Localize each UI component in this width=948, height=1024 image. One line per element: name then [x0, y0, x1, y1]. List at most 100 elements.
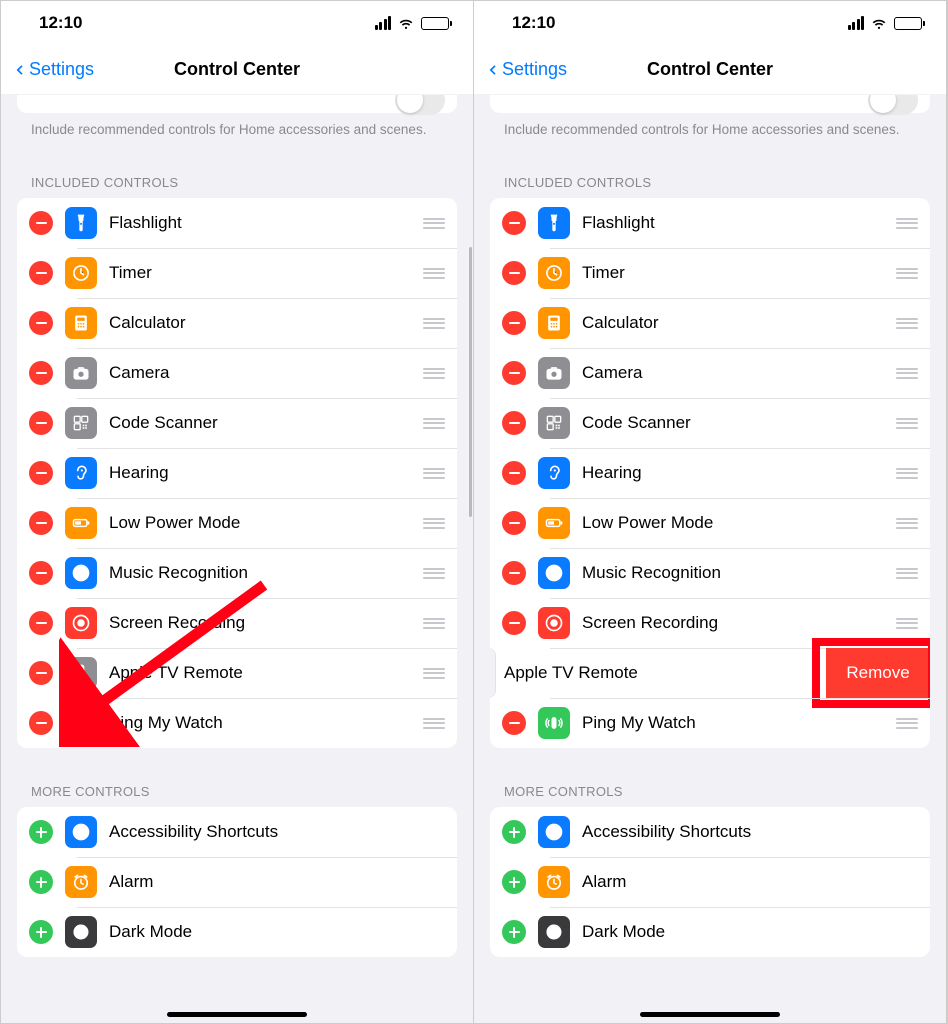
chevron-left-icon	[486, 60, 498, 80]
drag-handle-icon[interactable]	[423, 518, 445, 529]
list-row[interactable]: Alarm	[490, 857, 930, 907]
list-row[interactable]: Apple TV Remote	[17, 648, 457, 698]
drag-handle-icon[interactable]	[423, 318, 445, 329]
remove-badge[interactable]	[502, 211, 526, 235]
list-row[interactable]: Flashlight	[17, 198, 457, 248]
list-row[interactable]: Dark Mode	[17, 907, 457, 957]
drag-handle-icon[interactable]	[423, 218, 445, 229]
list-row[interactable]: Hearing	[17, 448, 457, 498]
list-row[interactable]: Flashlight	[490, 198, 930, 248]
back-button[interactable]: Settings	[486, 59, 567, 80]
list-row[interactable]: Hearing	[490, 448, 930, 498]
list-row[interactable]: Ping My Watch	[17, 698, 457, 748]
remove-badge[interactable]	[502, 261, 526, 285]
drag-handle-icon[interactable]	[896, 268, 918, 279]
timer-icon	[538, 257, 570, 289]
remove-badge[interactable]	[29, 461, 53, 485]
list-row[interactable]: Music Recognition	[17, 548, 457, 598]
add-badge[interactable]	[29, 820, 53, 844]
list-row[interactable]: Dark Mode	[490, 907, 930, 957]
list-row[interactable]: Accessibility Shortcuts	[490, 807, 930, 857]
toggle-switch[interactable]	[395, 95, 445, 115]
drag-handle-icon[interactable]	[896, 318, 918, 329]
drag-handle-icon[interactable]	[423, 618, 445, 629]
row-edge	[490, 648, 496, 698]
remove-badge[interactable]	[29, 361, 53, 385]
drag-handle-icon[interactable]	[896, 218, 918, 229]
list-row[interactable]: Timer	[17, 248, 457, 298]
list-row[interactable]: Alarm	[17, 857, 457, 907]
list-row[interactable]: Low Power Mode	[17, 498, 457, 548]
list-row[interactable]: Music Recognition	[490, 548, 930, 598]
remove-badge[interactable]	[29, 711, 53, 735]
add-badge[interactable]	[29, 870, 53, 894]
flashlight-icon	[65, 207, 97, 239]
remove-badge[interactable]	[29, 511, 53, 535]
row-label: Music Recognition	[582, 563, 896, 583]
remove-badge[interactable]	[29, 661, 53, 685]
row-label: Accessibility Shortcuts	[582, 822, 918, 842]
shazam-icon	[538, 557, 570, 589]
remove-badge[interactable]	[29, 561, 53, 585]
remove-badge[interactable]	[502, 511, 526, 535]
drag-handle-icon[interactable]	[423, 368, 445, 379]
remove-badge[interactable]	[502, 561, 526, 585]
drag-handle-icon[interactable]	[896, 368, 918, 379]
drag-handle-icon[interactable]	[896, 618, 918, 629]
remove-badge[interactable]	[502, 411, 526, 435]
status-bar: 12:10	[1, 1, 473, 45]
drag-handle-icon[interactable]	[896, 418, 918, 429]
battery-icon	[894, 17, 922, 30]
ear-icon	[65, 457, 97, 489]
list-row[interactable]: Low Power Mode	[490, 498, 930, 548]
drag-handle-icon[interactable]	[423, 718, 445, 729]
remove-badge[interactable]	[502, 311, 526, 335]
list-row[interactable]: Calculator	[17, 298, 457, 348]
remove-badge[interactable]	[29, 211, 53, 235]
add-badge[interactable]	[29, 920, 53, 944]
status-right	[375, 16, 450, 30]
record-icon	[538, 607, 570, 639]
remote-icon	[65, 657, 97, 689]
list-row[interactable]: Timer	[490, 248, 930, 298]
panel-right: 12:10 Settings Control Center Include re…	[474, 1, 947, 1023]
drag-handle-icon[interactable]	[423, 668, 445, 679]
panel-left: 12:10 Settings Control Center Include re…	[1, 1, 474, 1023]
remove-button[interactable]: Remove	[826, 648, 930, 698]
drag-handle-icon[interactable]	[896, 718, 918, 729]
row-label: Flashlight	[109, 213, 423, 233]
drag-handle-icon[interactable]	[423, 468, 445, 479]
drag-handle-icon[interactable]	[896, 518, 918, 529]
drag-handle-icon[interactable]	[896, 468, 918, 479]
remove-badge[interactable]	[29, 611, 53, 635]
toggle-switch[interactable]	[868, 95, 918, 115]
back-button[interactable]: Settings	[13, 59, 94, 80]
list-row[interactable]: Camera	[490, 348, 930, 398]
remove-badge[interactable]	[502, 711, 526, 735]
add-badge[interactable]	[502, 820, 526, 844]
remove-badge[interactable]	[29, 411, 53, 435]
remove-badge[interactable]	[502, 361, 526, 385]
list-row[interactable]: Accessibility Shortcuts	[17, 807, 457, 857]
add-badge[interactable]	[502, 870, 526, 894]
add-badge[interactable]	[502, 920, 526, 944]
remove-badge[interactable]	[502, 611, 526, 635]
list-row[interactable]: Screen Recording	[17, 598, 457, 648]
home-indicator	[640, 1012, 780, 1017]
list-row[interactable]: Camera	[17, 348, 457, 398]
list-row[interactable]: Code Scanner	[17, 398, 457, 448]
drag-handle-icon[interactable]	[423, 268, 445, 279]
drag-handle-icon[interactable]	[423, 418, 445, 429]
remove-badge[interactable]	[502, 461, 526, 485]
list-row[interactable]: Screen Recording	[490, 598, 930, 648]
drag-handle-icon[interactable]	[896, 568, 918, 579]
remove-badge[interactable]	[29, 311, 53, 335]
list-row[interactable]: Calculator	[490, 298, 930, 348]
list-row[interactable]: Ping My Watch	[490, 698, 930, 748]
remove-badge[interactable]	[29, 261, 53, 285]
row-label: Hearing	[109, 463, 423, 483]
list-row[interactable]: Code Scanner	[490, 398, 930, 448]
drag-handle-icon[interactable]	[423, 568, 445, 579]
list-row[interactable]: Apple TV RemoteRemove	[490, 648, 930, 698]
included-list: FlashlightTimerCalculatorCameraCode Scan…	[490, 198, 930, 748]
